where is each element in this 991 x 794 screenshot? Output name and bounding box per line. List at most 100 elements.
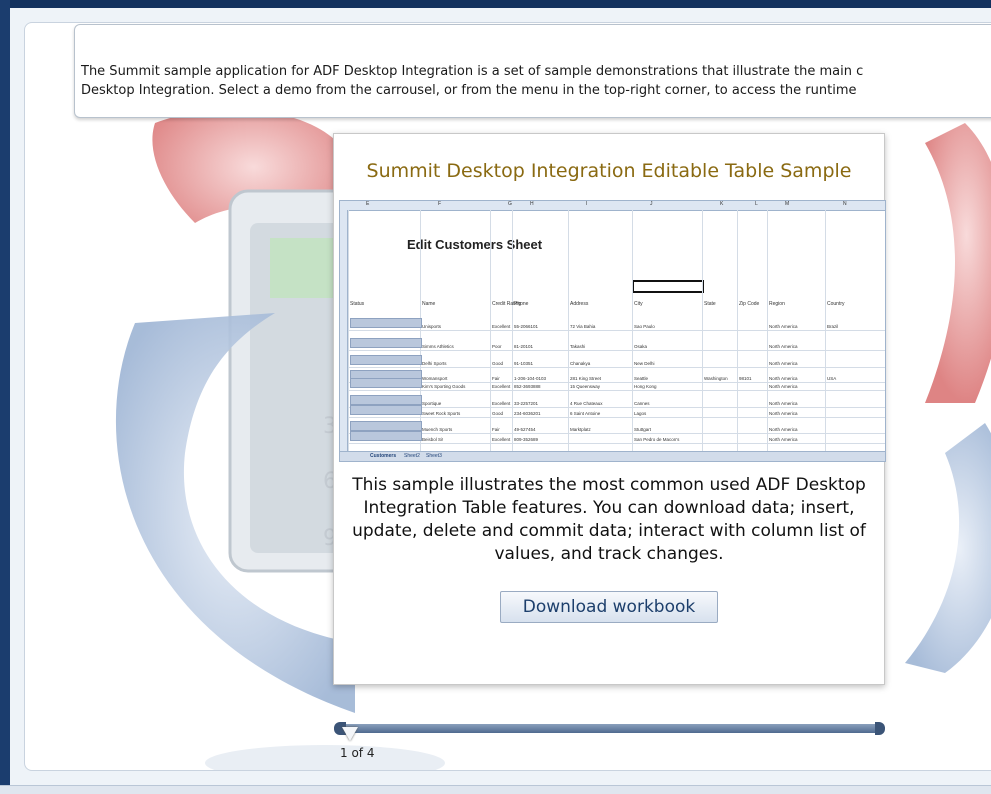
column-letter: G (508, 201, 512, 207)
table-cell: Sao Paulo (634, 324, 655, 329)
column-letter: M (785, 201, 790, 207)
slider-thumb[interactable] (342, 727, 358, 741)
carousel-slider-track[interactable] (337, 724, 882, 733)
table-cell: Excellent (492, 384, 511, 389)
table-cell: Unisports (422, 324, 442, 329)
table-column-header: Name (422, 301, 436, 307)
intro-text: The Summit sample application for ADF De… (81, 64, 864, 98)
table-cell: Fair (492, 427, 500, 432)
column-letter: I (586, 201, 588, 207)
table-cell: USA (827, 376, 837, 381)
table-cell: North America (769, 376, 798, 381)
table-column-header: City (634, 301, 643, 307)
table-column-header: Phone (514, 301, 529, 307)
table-cell: New Delhi (634, 361, 655, 366)
table-cell: Lagos (634, 411, 647, 416)
table-cell: Good (492, 361, 504, 366)
table-cell: Fair (492, 376, 500, 381)
table-cell: 33-2257201 (514, 401, 539, 406)
table-cell: Muench Sports (422, 427, 453, 432)
table-cell: North America (769, 384, 798, 389)
status-cell (350, 431, 422, 441)
table-cell: North America (769, 324, 798, 329)
column-letter: E (366, 201, 370, 207)
table-column-header: Region (769, 301, 785, 307)
table-cell: Delhi Sports (422, 361, 447, 366)
table-cell: 91-10351 (514, 361, 534, 366)
table-cell: 55-2066101 (514, 324, 539, 329)
column-letter: K (720, 201, 724, 207)
table-cell: Beisbol Si! (422, 437, 444, 442)
table-cell: Hong Kong (634, 384, 657, 389)
table-cell: Sweet Rock Sports (422, 411, 461, 416)
table-cell: Womansport (422, 376, 448, 381)
status-cell (350, 395, 422, 405)
table-cell: Kim's Sporting Goods (422, 384, 466, 389)
demo-card: Summit Desktop Integration Editable Tabl… (333, 133, 886, 685)
column-letter: F (438, 201, 442, 207)
grid-line-horizontal (348, 407, 885, 408)
intro-box: The Summit sample application for ADF De… (74, 24, 991, 118)
table-cell: Simms Athletics (422, 344, 454, 349)
column-header-bar: E F G H I J K L M N (340, 201, 885, 211)
table-cell: 281 King Street (570, 376, 602, 381)
table-cell: Osaka (634, 344, 648, 349)
table-cell: 4 Rue Chateaux (570, 401, 603, 406)
grid-line-horizontal (348, 417, 885, 418)
table-cell: Excellent (492, 437, 511, 442)
grid-line-horizontal (348, 433, 885, 434)
sheet-tab: Sheet3 (426, 453, 442, 459)
table-cell: 72 Via Bahia (570, 324, 596, 329)
status-cell (350, 405, 422, 415)
table-cell: North America (769, 401, 798, 406)
table-cell: 49-527454 (514, 427, 536, 432)
card-description: This sample illustrates the most common … (352, 475, 866, 564)
table-cell: North America (769, 344, 798, 349)
table-cell: Good (492, 411, 504, 416)
table-cell: 809-352689 (514, 437, 539, 442)
table-cell: Chanakya (570, 361, 591, 366)
table-cell: 6 Saint Antoine (570, 411, 601, 416)
table-column-header: Zip Code (739, 301, 760, 307)
sheet-tab: Customers (370, 453, 397, 459)
card-title: Summit Desktop Integration Editable Tabl… (366, 160, 852, 182)
column-letter: H (530, 201, 534, 207)
table-column-header: Status (350, 301, 365, 307)
table-cell: North America (769, 427, 798, 432)
table-cell: 98101 (739, 376, 752, 381)
page-indicator: 1 of 4 (340, 746, 375, 760)
column-letter: L (755, 201, 758, 207)
download-workbook-button[interactable]: Download workbook (500, 591, 718, 623)
table-cell: 15 Queensway (570, 384, 601, 389)
sheet-tab: Sheet2 (404, 453, 420, 459)
table-cell: Excellent (492, 324, 511, 329)
selected-cell (632, 280, 704, 293)
reflection (205, 745, 445, 770)
grid-line-horizontal (348, 443, 885, 444)
sheet-title: Edit Customers Sheet (407, 237, 543, 252)
table-cell: Marktplatz (570, 427, 591, 432)
window-left-border (0, 0, 10, 793)
table-cell: Brazil (827, 324, 839, 329)
table-cell: San Pedro de Macon's (634, 437, 680, 442)
window-top-border (0, 0, 991, 8)
table-cell: Sportique (422, 401, 442, 406)
sheet-tab-bar: Customers Sheet2 Sheet3 (340, 451, 885, 461)
column-letter: J (650, 201, 653, 207)
table-cell: 852-3693888 (514, 384, 541, 389)
red-swirl-right (925, 123, 991, 403)
table-cell: 81-20101 (514, 344, 534, 349)
grid-line-horizontal (348, 390, 885, 391)
table-cell: Excellent (492, 401, 511, 406)
table-column-header: Country (827, 301, 845, 307)
status-cell (350, 378, 422, 388)
table-cell: Seattle (634, 376, 649, 381)
grid-line-horizontal (348, 350, 885, 351)
table-cell: North America (769, 411, 798, 416)
column-letter: N (843, 201, 847, 207)
grid-line-horizontal (348, 330, 885, 331)
row-header-bar (340, 210, 348, 453)
table-cell: Poor (492, 344, 502, 349)
table-cell: Cannes (634, 401, 650, 406)
status-cell (350, 421, 422, 431)
